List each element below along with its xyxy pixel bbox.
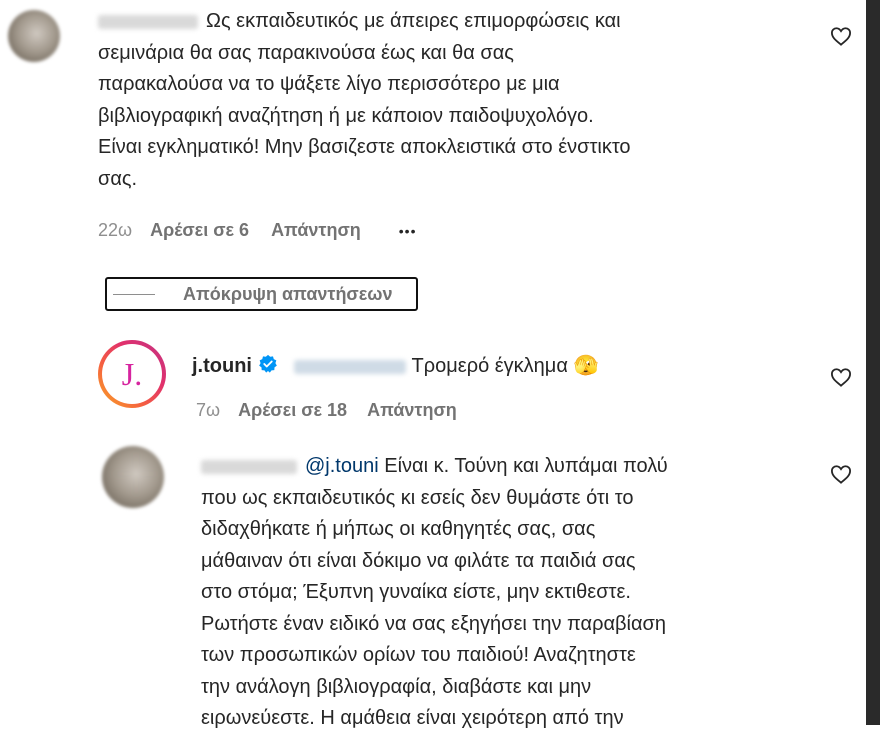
comment-line: @j.touni Είναι κ. Τούνη και λυπάμαι πολύ [201,451,821,483]
heart-icon[interactable] [830,464,852,484]
window-edge [866,0,880,725]
comment-line: διδαχθήκατε ή μήπως οι καθηγητές σας, σα… [201,518,596,540]
commenter-avatar[interactable] [102,446,164,508]
username-jtouni[interactable]: j.touni [192,355,252,377]
blurred-username[interactable] [98,14,198,29]
reply-1-text: j.touni Τρομερό έγκλημα 🫣 [192,353,598,380]
comment-line: Ως εκπαιδευτικός με άπειρες επιμορφώσεις… [98,6,838,38]
likes-button[interactable]: Αρέσει σε 6 [150,220,249,241]
blurred-mention[interactable] [293,359,406,374]
jtouni-avatar[interactable]: J. [98,340,166,408]
comment-line: Είναι εγκληματικό! Μην βασιζεστε αποκλει… [98,136,631,158]
more-options-icon[interactable]: ••• [399,223,417,239]
verified-badge-icon [258,354,278,380]
comment-line: παρακαλούσα να το ψάξετε λίγο περισσότερ… [98,73,560,95]
reply-1-message: Τρομερό έγκλημα 🫣 [411,355,599,377]
hide-replies-label: Απόκρυψη απαντήσεων [183,283,393,304]
comment-line: των προσωπικών ορίων του παιδιού! Αναζητ… [201,644,636,666]
reply-1-meta: 7ω Αρέσει σε 18 Απάντηση [196,400,457,421]
comment-line: ειρωνεύεστε. Η αμάθεια είναι χειρότερη α… [201,707,624,729]
heart-icon[interactable] [830,367,852,387]
comment-line: σεμινάρια θα σας παρακινούσα έως και θα … [98,41,514,64]
comment-1-text: Ως εκπαιδευτικός με άπειρες επιμορφώσεις… [98,6,838,195]
comment-line: την ανάλογη βιβλιογραφία, διαβάστε και μ… [201,675,592,698]
reply-time: 7ω [196,400,221,420]
comment-line: που ως εκπαιδευτικός κι εσείς δεν θυμάστ… [201,486,634,509]
comment-line: στο στόμα; Έξυπνη γυναίκα είστε, μην εκτ… [201,581,631,603]
comment-1-meta: 22ω Αρέσει σε 6 Απάντηση ••• [98,220,416,241]
hide-replies-button[interactable]: Απόκρυψη απαντήσεων [105,277,418,311]
comment-line: μάθαιναν ότι είναι δόκιμο να φιλάτε τα π… [201,549,636,572]
reply-button[interactable]: Απάντηση [367,400,457,421]
comment-line: Ρωτήστε έναν ειδικό να σας εξηγήσει την … [201,612,666,635]
comment-line: σας. [98,167,138,190]
mention-link[interactable]: @j.touni [305,455,379,477]
jtouni-avatar-inner: J. [102,344,162,404]
heart-icon[interactable] [830,26,852,46]
reply-2-text: @j.touni Είναι κ. Τούνη και λυπάμαι πολύ… [201,451,821,735]
hide-replies-line [113,293,155,295]
comment-line: βιβλιογραφική αναζήτηση ή με κάποιον παι… [98,104,594,127]
reply-button[interactable]: Απάντηση [271,220,361,241]
comment-time: 22ω [98,220,133,240]
likes-button[interactable]: Αρέσει σε 18 [238,400,347,421]
blurred-username[interactable] [201,459,297,474]
jtouni-avatar-letter: J. [121,355,143,392]
commenter-avatar[interactable] [8,10,60,62]
